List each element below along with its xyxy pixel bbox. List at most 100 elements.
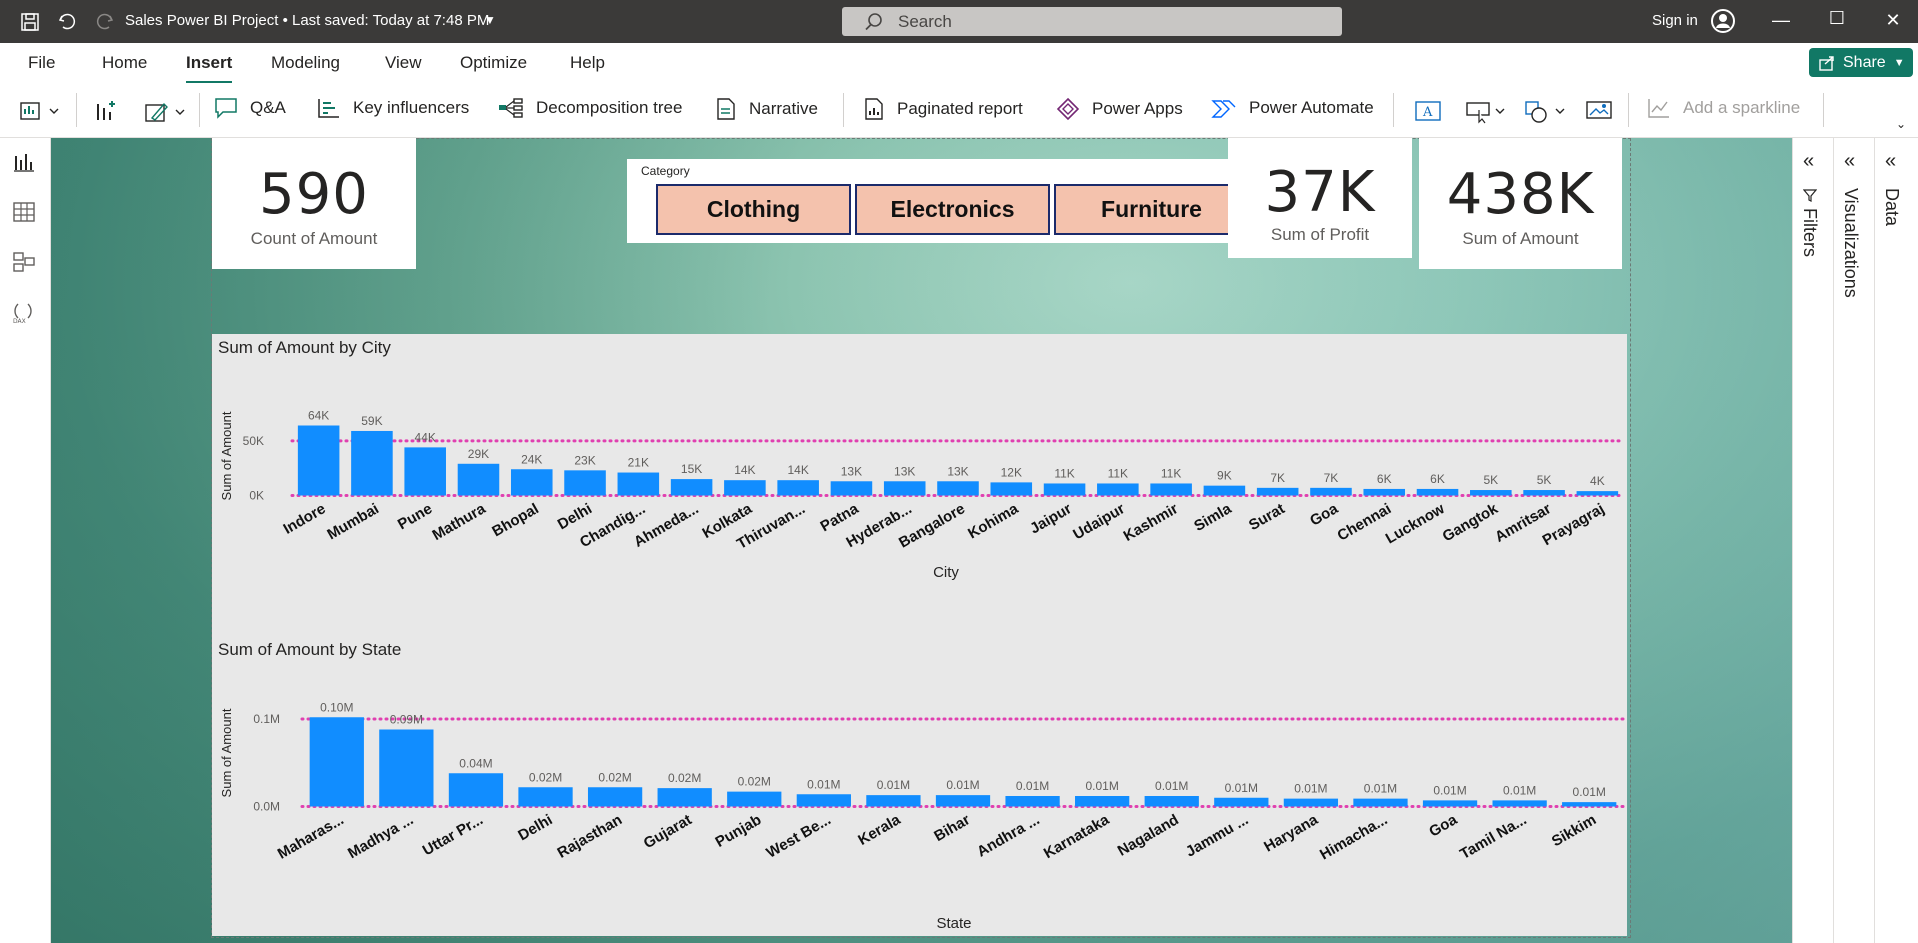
bar[interactable] xyxy=(1492,800,1547,807)
share-button[interactable]: Share ▼ xyxy=(1809,48,1913,77)
bar[interactable] xyxy=(1283,798,1339,807)
sum-of-amount-card[interactable]: 438K Sum of Amount xyxy=(1419,138,1622,269)
bar[interactable] xyxy=(510,469,553,496)
key-influencers-button[interactable]: Key influencers xyxy=(317,97,469,119)
bar[interactable] xyxy=(1422,800,1478,807)
x-tick-label: Himacha... xyxy=(1317,811,1390,863)
menu-modeling[interactable]: Modeling xyxy=(271,53,340,73)
shapes-icon[interactable] xyxy=(1524,100,1568,129)
decomposition-tree-button[interactable]: Decomposition tree xyxy=(498,97,682,119)
menu-optimize[interactable]: Optimize xyxy=(460,53,527,73)
add-sparkline-button[interactable]: Add a sparkline xyxy=(1647,97,1800,119)
maximize-icon[interactable]: ☐ xyxy=(1822,8,1852,29)
slicer-option-clothing[interactable]: Clothing xyxy=(656,184,851,235)
bar[interactable] xyxy=(670,479,713,496)
menu-file[interactable]: File xyxy=(28,53,55,73)
bar[interactable] xyxy=(404,447,446,496)
city-bar-chart[interactable]: Sum of Amount by City Sum of Amount 0K 50K 6… xyxy=(212,334,1627,632)
bar[interactable] xyxy=(777,480,819,496)
bar[interactable] xyxy=(1144,796,1199,807)
sign-in-link[interactable]: Sign in xyxy=(1652,12,1698,29)
report-canvas[interactable]: 590 Count of Amount Category Clothing El… xyxy=(51,138,1792,943)
bar[interactable] xyxy=(617,472,660,496)
redo-icon[interactable] xyxy=(91,8,119,36)
report-view-icon[interactable] xyxy=(12,150,38,176)
qa-button[interactable]: Q&A xyxy=(214,97,286,119)
dax-query-view-icon[interactable]: DAX xyxy=(12,300,38,326)
bar[interactable] xyxy=(1256,487,1299,496)
bar[interactable] xyxy=(587,787,643,807)
slicer-option-electronics[interactable]: Electronics xyxy=(855,184,1050,235)
ribbon-collapse-chevron-icon[interactable]: ⌄ xyxy=(1896,117,1906,131)
bar[interactable] xyxy=(351,430,393,496)
bar[interactable] xyxy=(1214,797,1269,807)
expand-visualizations-chevron-icon[interactable]: « xyxy=(1844,150,1855,173)
bar[interactable] xyxy=(1523,490,1565,496)
bar[interactable] xyxy=(935,795,991,807)
bar[interactable] xyxy=(379,729,434,807)
bar[interactable] xyxy=(1043,483,1086,496)
bar[interactable] xyxy=(564,470,606,496)
bar[interactable] xyxy=(1576,491,1619,496)
bar[interactable] xyxy=(1353,798,1408,807)
bar[interactable] xyxy=(657,788,712,807)
visualizations-pane-collapsed[interactable]: « Visualizations xyxy=(1833,138,1874,943)
paginated-report-button[interactable]: Paginated report xyxy=(863,97,1023,121)
more-visuals-icon[interactable] xyxy=(94,100,118,129)
text-box-icon[interactable]: A xyxy=(1415,100,1441,127)
bar[interactable] xyxy=(1075,796,1130,807)
state-bar-chart[interactable]: Sum of Amount by State Sum of Amount 0.0M 0… xyxy=(212,636,1627,936)
bar[interactable] xyxy=(1363,488,1406,496)
menu-help[interactable]: Help xyxy=(570,53,605,73)
minimize-icon[interactable]: — xyxy=(1766,10,1796,31)
title-dropdown-chevron-icon[interactable]: ▼ xyxy=(484,13,496,27)
bar[interactable] xyxy=(830,481,873,496)
expand-data-chevron-icon[interactable]: « xyxy=(1885,150,1896,173)
bar[interactable] xyxy=(990,482,1033,496)
document-title[interactable]: Sales Power BI Project • Last saved: Tod… xyxy=(125,12,489,29)
bar[interactable] xyxy=(457,463,500,496)
new-visual-icon[interactable] xyxy=(20,100,62,127)
undo-icon[interactable] xyxy=(53,8,81,36)
expand-filters-chevron-icon[interactable]: « xyxy=(1803,150,1814,173)
close-icon[interactable]: ✕ xyxy=(1878,10,1908,31)
bar[interactable] xyxy=(1562,802,1617,807)
bar[interactable] xyxy=(1203,485,1246,496)
buttons-icon[interactable] xyxy=(1466,100,1508,129)
bar[interactable] xyxy=(1097,483,1139,496)
bar[interactable] xyxy=(297,425,340,496)
power-apps-button[interactable]: Power Apps xyxy=(1056,97,1183,121)
sum-of-profit-card[interactable]: 37K Sum of Profit xyxy=(1228,138,1412,258)
narrative-button[interactable]: Narrative xyxy=(715,97,818,121)
model-view-icon[interactable] xyxy=(12,250,38,276)
bar[interactable] xyxy=(1470,490,1512,496)
table-view-icon[interactable] xyxy=(12,200,38,226)
category-slicer[interactable]: Category Clothing Electronics Furniture xyxy=(627,159,1278,243)
bar[interactable] xyxy=(866,795,921,807)
bar[interactable] xyxy=(1150,483,1192,496)
menu-home[interactable]: Home xyxy=(102,53,147,73)
bar[interactable] xyxy=(1005,796,1060,807)
bar[interactable] xyxy=(727,791,782,807)
menu-view[interactable]: View xyxy=(385,53,422,73)
slicer-option-furniture[interactable]: Furniture xyxy=(1054,184,1249,235)
bar[interactable] xyxy=(309,717,364,807)
bar[interactable] xyxy=(883,481,926,496)
account-avatar-icon[interactable] xyxy=(1711,9,1735,33)
power-automate-button[interactable]: Power Automate xyxy=(1211,97,1374,119)
custom-visual-icon[interactable] xyxy=(144,100,190,129)
bar[interactable] xyxy=(796,794,851,807)
bar[interactable] xyxy=(518,787,573,807)
bar[interactable] xyxy=(724,480,766,496)
bar[interactable] xyxy=(1416,488,1459,496)
bar[interactable] xyxy=(1310,487,1352,496)
image-icon[interactable] xyxy=(1586,100,1612,127)
bar[interactable] xyxy=(448,773,504,807)
count-of-amount-card[interactable]: 590 Count of Amount xyxy=(212,138,416,269)
bar[interactable] xyxy=(937,481,979,496)
data-pane-collapsed[interactable]: « Data xyxy=(1874,138,1918,943)
menu-insert[interactable]: Insert xyxy=(186,53,233,84)
filters-pane-collapsed[interactable]: « Filters xyxy=(1792,138,1833,943)
search-box[interactable]: Search xyxy=(842,7,1342,36)
save-icon[interactable] xyxy=(16,8,44,36)
